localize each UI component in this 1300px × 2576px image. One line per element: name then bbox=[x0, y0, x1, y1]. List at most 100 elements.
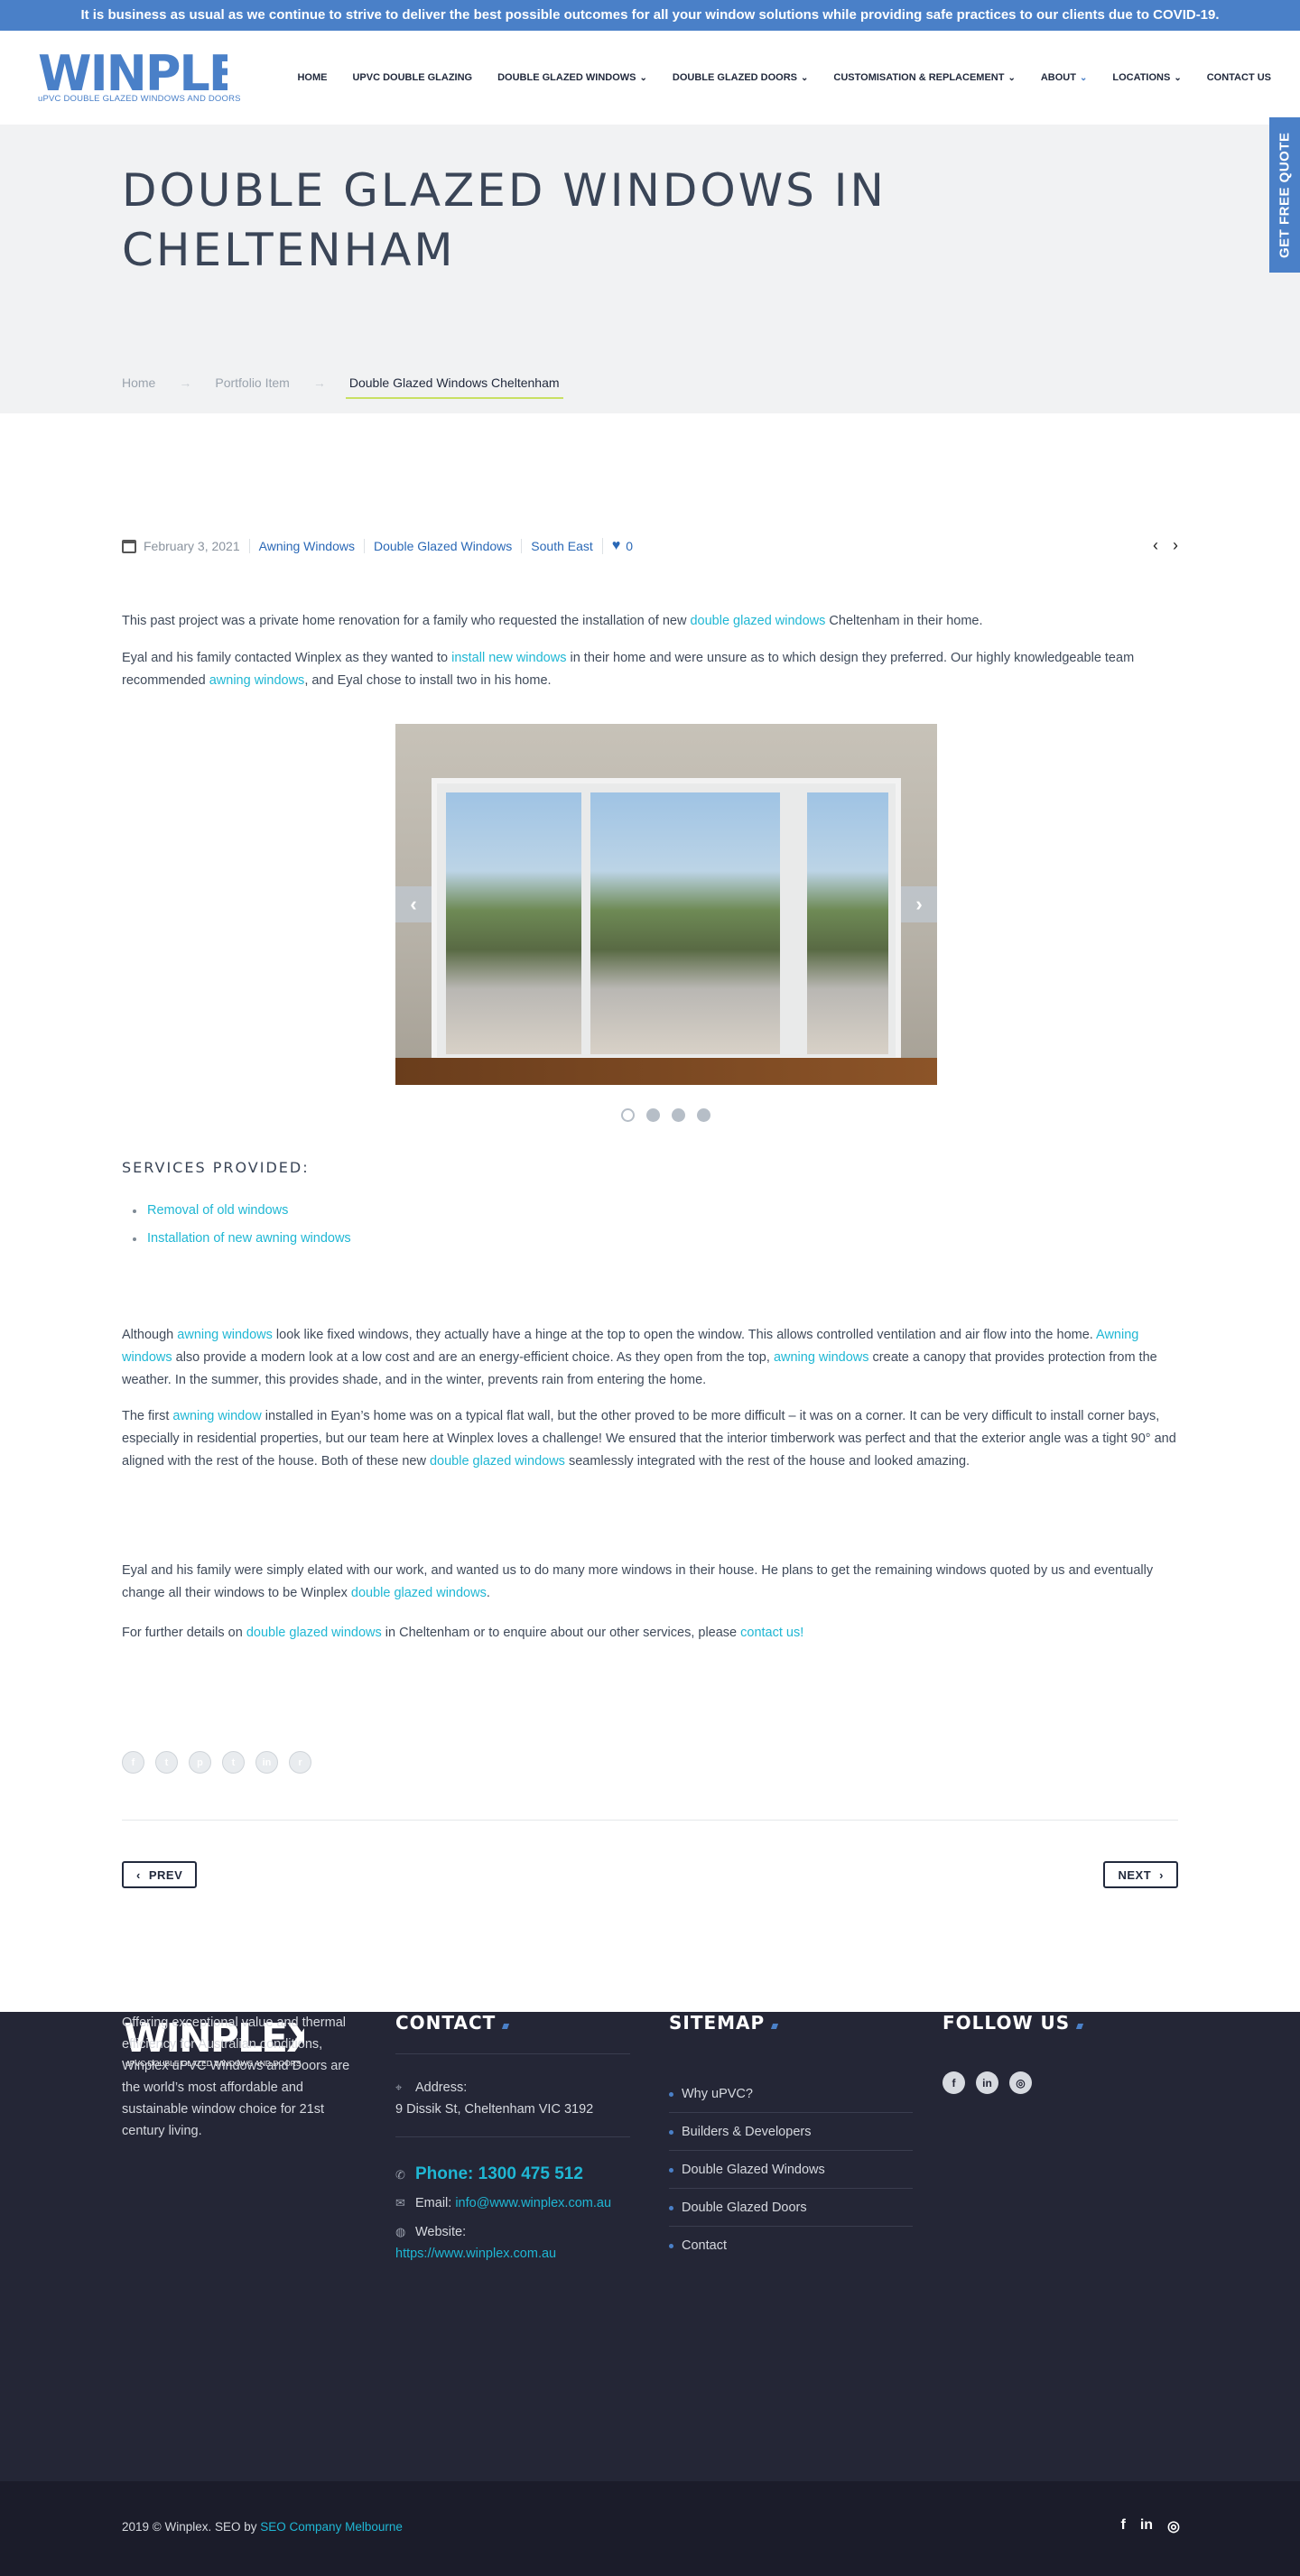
seo-company-link[interactable]: SEO Company Melbourne bbox=[260, 2520, 403, 2534]
link-double-glazed-windows[interactable]: double glazed windows bbox=[430, 1454, 565, 1469]
linkedin-icon[interactable]: in bbox=[1140, 2517, 1153, 2535]
bottom-social-icons: f in ◎ bbox=[1106, 2517, 1180, 2535]
email-link[interactable]: info@www.winplex.com.au bbox=[455, 2196, 611, 2210]
floor bbox=[395, 1058, 937, 1085]
intro-paragraph: This past project was a private home ren… bbox=[122, 610, 1178, 633]
tag-south-east[interactable]: South East bbox=[521, 539, 602, 553]
nav-item-label: CONTACT US bbox=[1206, 72, 1271, 83]
post-meta: February 3, 2021 Awning Windows Double G… bbox=[122, 536, 1178, 554]
facebook-icon[interactable]: f bbox=[942, 2071, 965, 2094]
sitemap-item[interactable]: Double Glazed Windows bbox=[669, 2151, 913, 2189]
nav-item-label: DOUBLE GLAZED WINDOWS bbox=[497, 72, 636, 83]
sitemap-item[interactable]: Builders & Developers bbox=[669, 2113, 913, 2151]
envelope-icon: ✉ bbox=[395, 2196, 405, 2210]
nav-item-upvc-double-glazing[interactable]: UPVC DOUBLE GLAZING bbox=[352, 72, 472, 83]
divider bbox=[122, 1820, 1178, 1821]
text: Eyal and his family were simply elated w… bbox=[122, 1563, 1154, 1600]
breadcrumb-separator: → bbox=[179, 375, 192, 390]
facebook-icon[interactable]: f bbox=[1120, 2517, 1125, 2535]
facebook-icon[interactable]: f bbox=[122, 1751, 144, 1774]
globe-icon: ◍ bbox=[395, 2225, 406, 2238]
slider-next-button[interactable]: › bbox=[901, 886, 937, 922]
chevron-right-icon: › bbox=[915, 893, 923, 915]
slider-prev-button[interactable]: ‹ bbox=[395, 886, 432, 922]
copyright: 2019 © Winplex. SEO by SEO Company Melbo… bbox=[122, 2520, 403, 2534]
chevron-down-icon: ⌄ bbox=[639, 72, 647, 83]
nav-item-locations[interactable]: LOCATIONS ⌄ bbox=[1112, 72, 1181, 83]
tumblr-icon[interactable]: t bbox=[222, 1751, 245, 1774]
link-awning-windows[interactable]: awning windows bbox=[774, 1350, 869, 1365]
linkedin-icon[interactable]: in bbox=[976, 2071, 998, 2094]
chevron-down-icon: ⌄ bbox=[801, 72, 809, 83]
slider-dot[interactable] bbox=[672, 1108, 685, 1122]
email-label: Email: bbox=[415, 2196, 452, 2210]
get-free-quote-tab[interactable]: GET FREE QUOTE bbox=[1269, 117, 1300, 273]
chevron-down-icon: ⌄ bbox=[1079, 72, 1088, 83]
link-awning-window[interactable]: awning window bbox=[172, 1409, 261, 1423]
nav-item-contact-us[interactable]: CONTACT US bbox=[1207, 72, 1271, 83]
copyright-text: 2019 © Winplex. SEO by bbox=[122, 2520, 261, 2534]
site-logo[interactable]: WINPLEX uPVC DOUBLE GLAZED WINDOWS AND D… bbox=[38, 45, 240, 108]
link-install-new-windows[interactable]: install new windows bbox=[451, 651, 566, 665]
instagram-icon[interactable]: ◎ bbox=[1009, 2071, 1032, 2094]
slider-dots bbox=[621, 1108, 722, 1122]
nav-item-home[interactable]: HOME bbox=[297, 72, 327, 83]
logo-word: WINPLEX bbox=[38, 45, 228, 99]
nav-item-label: CUSTOMISATION & REPLACEMENT bbox=[833, 72, 1005, 83]
chevron-left-icon[interactable]: ‹ bbox=[1153, 536, 1158, 554]
slider-dot[interactable] bbox=[697, 1108, 710, 1122]
text: also provide a modern look at a low cost… bbox=[172, 1350, 774, 1365]
installation-paragraph: The first awning window installed in Eya… bbox=[122, 1405, 1178, 1473]
covid-notice-text: It is business as usual as we continue t… bbox=[80, 7, 1220, 23]
breadcrumb-portfolio-item[interactable]: Portfolio Item bbox=[215, 375, 289, 390]
share-buttons: f t p t in r bbox=[122, 1751, 1178, 1774]
next-post-button[interactable]: NEXT › bbox=[1103, 1861, 1178, 1888]
chevron-left-icon: ‹ bbox=[136, 1867, 141, 1882]
footer-contact: CONTACT ⌖ Address: 9 Dissik St, Cheltenha… bbox=[395, 2012, 630, 2261]
sitemap-item[interactable]: Contact bbox=[669, 2227, 913, 2265]
prev-post-button[interactable]: ‹ PREV bbox=[122, 1861, 198, 1888]
site-header: WINPLEX uPVC DOUBLE GLAZED WINDOWS AND D… bbox=[0, 31, 1300, 125]
contact-heading: CONTACT bbox=[395, 2012, 630, 2034]
twitter-icon[interactable]: t bbox=[155, 1751, 178, 1774]
slider-dot[interactable] bbox=[646, 1108, 660, 1122]
nav-item-label: ABOUT bbox=[1040, 72, 1076, 83]
text: . bbox=[486, 1586, 490, 1600]
slider-dot[interactable] bbox=[621, 1108, 635, 1122]
nav-item-customisation-replacement[interactable]: CUSTOMISATION & REPLACEMENT ⌄ bbox=[833, 72, 1015, 83]
nav-item-label: HOME bbox=[297, 72, 328, 83]
nav-item-about[interactable]: ABOUT ⌄ bbox=[1041, 72, 1088, 83]
link-awning-windows[interactable]: awning windows bbox=[177, 1328, 273, 1342]
sitemap-item[interactable]: Double Glazed Doors bbox=[669, 2189, 913, 2227]
tag-double-glazed-windows[interactable]: Double Glazed Windows bbox=[363, 539, 521, 553]
link-double-glazed-windows[interactable]: double glazed windows bbox=[351, 1586, 487, 1600]
nav-item-double-glazed-windows[interactable]: DOUBLE GLAZED WINDOWS ⌄ bbox=[497, 72, 647, 83]
text: look like fixed windows, they actually h… bbox=[272, 1328, 1097, 1342]
breadcrumb-home[interactable]: Home bbox=[122, 375, 155, 390]
text: seamlessly integrated with the rest of t… bbox=[564, 1454, 970, 1469]
website-link[interactable]: https://www.winplex.com.au bbox=[395, 2247, 556, 2261]
link-double-glazed-windows[interactable]: double glazed windows bbox=[690, 614, 825, 628]
heart-icon: ♥ bbox=[611, 538, 621, 553]
link-double-glazed-windows[interactable]: double glazed windows bbox=[246, 1626, 382, 1640]
linkedin-icon[interactable]: in bbox=[255, 1751, 278, 1774]
footer-bottom-bar: 2019 © Winplex. SEO by SEO Company Melbo… bbox=[0, 2481, 1300, 2576]
heading-accent bbox=[502, 2024, 510, 2029]
chevron-down-icon: ⌄ bbox=[1008, 72, 1016, 83]
sitemap-item[interactable]: Why uPVC? bbox=[669, 2075, 913, 2113]
slide-photo bbox=[395, 724, 937, 1085]
like-button[interactable]: ♥ 0 bbox=[601, 538, 633, 554]
chevron-right-icon[interactable]: › bbox=[1173, 536, 1178, 554]
tag-awning-windows[interactable]: Awning Windows bbox=[248, 539, 364, 553]
pinterest-icon[interactable]: p bbox=[189, 1751, 211, 1774]
instagram-icon[interactable]: ◎ bbox=[1167, 2517, 1180, 2535]
reddit-icon[interactable]: r bbox=[289, 1751, 311, 1774]
service-item[interactable]: Installation of new awning windows bbox=[133, 1225, 1178, 1253]
breadcrumb-separator: → bbox=[312, 375, 326, 390]
link-contact-us[interactable]: contact us! bbox=[740, 1626, 803, 1640]
nav-item-double-glazed-doors[interactable]: DOUBLE GLAZED DOORS ⌄ bbox=[673, 72, 809, 83]
service-item[interactable]: Removal of old windows bbox=[133, 1197, 1178, 1225]
phone[interactable]: ✆ Phone: 1300 475 512 bbox=[395, 2164, 583, 2186]
contact-heading-text: CONTACT bbox=[395, 2012, 497, 2034]
link-awning-windows[interactable]: awning windows bbox=[209, 673, 305, 688]
